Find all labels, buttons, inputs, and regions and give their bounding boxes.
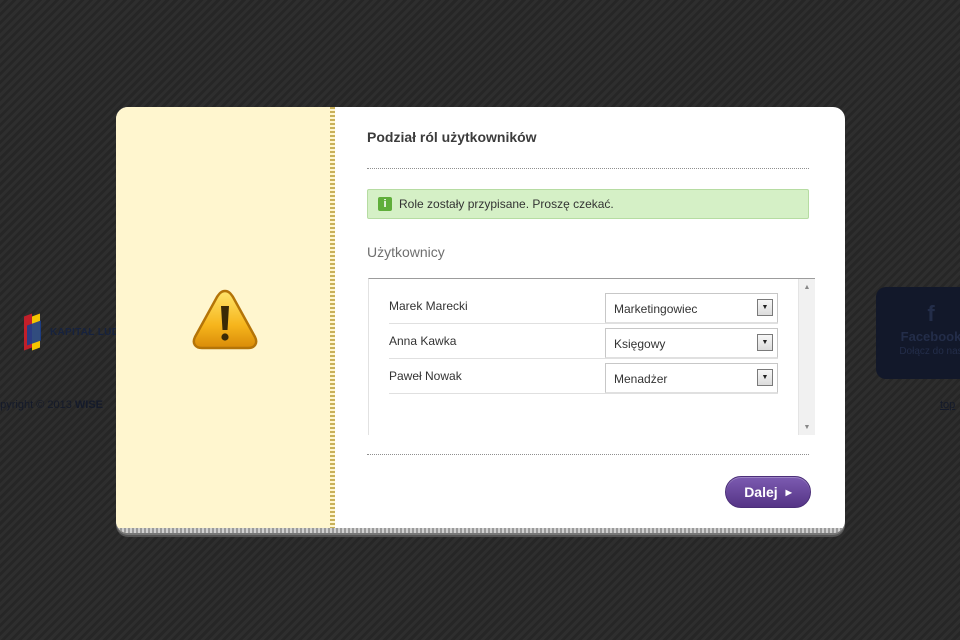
role-selected-value: Marketingowiec xyxy=(614,302,698,316)
warning-triangle-icon xyxy=(192,289,258,350)
dropdown-arrow-icon[interactable]: ▼ xyxy=(757,369,773,386)
role-select[interactable]: Marketingowiec ▼ xyxy=(605,293,778,323)
background-logo-text: KAPITAŁ LUD xyxy=(50,326,120,338)
user-name: Marek Marecki xyxy=(389,299,468,313)
background-top-link[interactable]: top xyxy=(940,399,955,411)
users-section-label: Użytkownicy xyxy=(367,244,445,260)
role-select[interactable]: Księgowy ▼ xyxy=(605,328,778,358)
background-copyright: opyright © 2013 WISE xyxy=(0,399,103,411)
facebook-title: Facebook xyxy=(900,329,960,344)
chevron-right-icon: ▶ xyxy=(785,487,792,497)
background-facebook-box[interactable]: f Facebook Dołącz do nas xyxy=(876,287,960,379)
user-name: Paweł Nowak xyxy=(389,369,462,383)
facebook-icon: f xyxy=(927,301,935,326)
user-row: Paweł Nowak Menadżer ▼ xyxy=(389,359,778,394)
users-list: Marek Marecki Marketingowiec ▼ Anna Kawk… xyxy=(368,278,815,435)
role-selected-value: Księgowy xyxy=(614,337,666,351)
scroll-down-icon[interactable]: ▼ xyxy=(799,421,815,435)
next-button[interactable]: Dalej ▶ xyxy=(725,476,811,508)
user-row: Anna Kawka Księgowy ▼ xyxy=(389,324,778,359)
copyright-brand: WISE xyxy=(74,399,104,411)
next-button-label: Dalej xyxy=(744,484,778,500)
role-select[interactable]: Menadżer ▼ xyxy=(605,363,778,393)
modal-left-panel xyxy=(116,107,330,533)
copyright-prefix: opyright © 2013 xyxy=(0,399,72,411)
scroll-up-icon[interactable]: ▲ xyxy=(799,281,815,295)
facebook-subtitle: Dołącz do nas xyxy=(899,346,960,357)
notice-text: Role zostały przypisane. Proszę czekać. xyxy=(399,197,614,211)
title-separator xyxy=(367,168,809,169)
user-row: Marek Marecki Marketingowiec ▼ xyxy=(389,289,778,324)
background-logo: KAPITAŁ LUD xyxy=(24,312,119,352)
flag-logo-icon xyxy=(24,313,44,351)
modal-divider xyxy=(330,107,335,528)
dropdown-arrow-icon[interactable]: ▼ xyxy=(757,334,773,351)
modal-content: Podział ról użytkowników i Role zostały … xyxy=(367,107,815,527)
users-scrollbar[interactable]: ▲ ▼ xyxy=(798,279,815,435)
dropdown-arrow-icon[interactable]: ▼ xyxy=(757,299,773,316)
footer-separator xyxy=(367,454,809,455)
role-assignment-modal: Podział ról użytkowników i Role zostały … xyxy=(116,107,845,533)
success-notice: i Role zostały przypisane. Proszę czekać… xyxy=(367,189,809,219)
role-selected-value: Menadżer xyxy=(614,372,668,386)
modal-title: Podział ról użytkowników xyxy=(367,129,537,145)
user-name: Anna Kawka xyxy=(389,334,457,348)
info-icon: i xyxy=(378,197,392,211)
